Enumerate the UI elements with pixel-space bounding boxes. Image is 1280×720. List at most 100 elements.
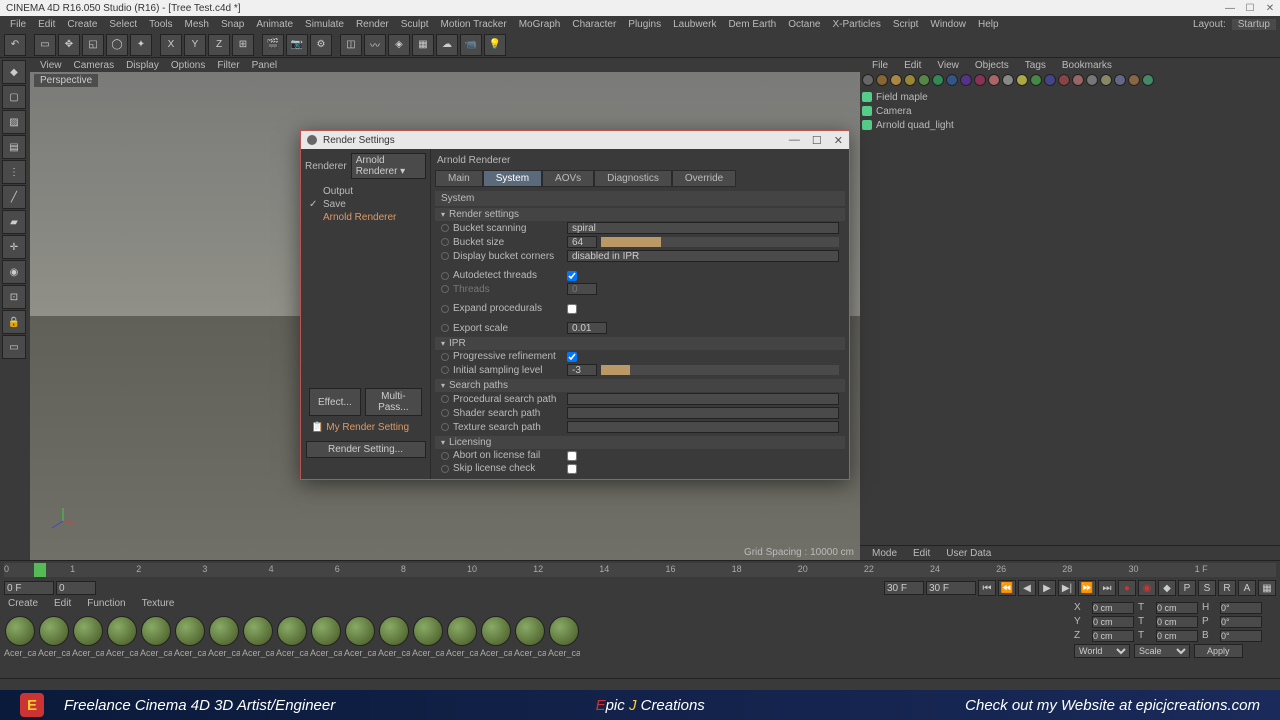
material-item[interactable]: Acer_cai — [480, 616, 512, 658]
coord-z-input[interactable] — [1092, 630, 1134, 642]
next-frame-button[interactable]: ▶| — [1058, 580, 1076, 596]
environment-button[interactable]: ☁ — [436, 34, 458, 56]
toggle-ball-icon[interactable] — [1128, 74, 1140, 86]
coord-scale-select[interactable]: Scale — [1134, 644, 1190, 658]
menu-file[interactable]: File — [4, 19, 32, 30]
viewport-menu-options[interactable]: Options — [165, 60, 211, 71]
licensing-section[interactable]: Licensing — [435, 436, 845, 449]
pos-key-button[interactable]: P — [1178, 580, 1196, 596]
tweak-mode-button[interactable]: ◉ — [2, 260, 26, 284]
search-paths-section[interactable]: Search paths — [435, 379, 845, 392]
toggle-ball-icon[interactable] — [1072, 74, 1084, 86]
render-view-button[interactable]: 🎬 — [262, 34, 284, 56]
display-bucket-corners-select[interactable]: disabled in IPR — [567, 250, 839, 262]
texture-search-path-input[interactable] — [567, 421, 839, 433]
attr-tab-mode[interactable]: Mode — [864, 548, 905, 559]
menu-x-particles[interactable]: X-Particles — [827, 19, 887, 30]
window-close-icon[interactable]: ✕ — [1264, 2, 1276, 14]
scale-key-button[interactable]: S — [1198, 580, 1216, 596]
export-scale-input[interactable]: 0.01 — [567, 322, 607, 334]
attr-tab-edit[interactable]: Edit — [905, 548, 938, 559]
render-settings-button[interactable]: ⚙ — [310, 34, 332, 56]
keyframe-sel-button[interactable]: ◆ — [1158, 580, 1176, 596]
viewport-menu-view[interactable]: View — [34, 60, 68, 71]
points-mode-button[interactable]: ⋮ — [2, 160, 26, 184]
menu-plugins[interactable]: Plugins — [622, 19, 667, 30]
tab-override[interactable]: Override — [672, 170, 736, 187]
sidebar-item-save[interactable]: Save — [305, 198, 426, 211]
rot-h-input[interactable] — [1220, 602, 1262, 614]
object-row[interactable]: Camera — [862, 104, 1278, 118]
toggle-ball-icon[interactable] — [1030, 74, 1042, 86]
toggle-ball-icon[interactable] — [862, 74, 874, 86]
polygons-mode-button[interactable]: ▰ — [2, 210, 26, 234]
start-frame-input[interactable] — [4, 581, 54, 595]
initial-sampling-level-slider[interactable] — [601, 365, 839, 375]
toggle-ball-icon[interactable] — [918, 74, 930, 86]
range-end-input[interactable] — [884, 581, 924, 595]
record-button[interactable]: ● — [1118, 580, 1136, 596]
light-button[interactable]: 💡 — [484, 34, 506, 56]
generator-button[interactable]: ◈ — [388, 34, 410, 56]
dialog-maximize-icon[interactable]: ☐ — [812, 134, 822, 147]
render-settings-section[interactable]: Render settings — [435, 208, 845, 221]
toggle-ball-icon[interactable] — [904, 74, 916, 86]
edges-mode-button[interactable]: ╱ — [2, 185, 26, 209]
dialog-titlebar[interactable]: Render Settings — ☐ ✕ — [301, 131, 849, 149]
window-maximize-icon[interactable]: ☐ — [1244, 2, 1256, 14]
viewport-menu-display[interactable]: Display — [120, 60, 165, 71]
primitive-cube-button[interactable]: ◫ — [340, 34, 362, 56]
toggle-ball-icon[interactable] — [988, 74, 1000, 86]
effect-button[interactable]: Effect... — [309, 388, 361, 416]
param-key-button[interactable]: A — [1238, 580, 1256, 596]
bucket-size-slider[interactable] — [601, 237, 839, 247]
objmgr-tab-bookmarks[interactable]: Bookmarks — [1054, 60, 1120, 71]
attr-tab-user-data[interactable]: User Data — [938, 548, 999, 559]
material-item[interactable]: Acer_cai — [242, 616, 274, 658]
menu-laubwerk[interactable]: Laubwerk — [667, 19, 722, 30]
viewport-menu-panel[interactable]: Panel — [246, 60, 284, 71]
menu-window[interactable]: Window — [924, 19, 972, 30]
material-item[interactable]: Acer_cai — [344, 616, 376, 658]
rotate-button[interactable]: ◯ — [106, 34, 128, 56]
tab-diagnostics[interactable]: Diagnostics — [594, 170, 672, 187]
toggle-ball-icon[interactable] — [960, 74, 972, 86]
skip-license-check-checkbox[interactable] — [567, 464, 577, 474]
menu-mograph[interactable]: MoGraph — [513, 19, 567, 30]
current-frame-input[interactable] — [926, 581, 976, 595]
texture-mode-button[interactable]: ▨ — [2, 110, 26, 134]
tab-aovs[interactable]: AOVs — [542, 170, 594, 187]
objmgr-tab-tags[interactable]: Tags — [1017, 60, 1054, 71]
ipr-section[interactable]: IPR — [435, 337, 845, 350]
expand-procedurals-checkbox[interactable] — [567, 304, 577, 314]
scale-button[interactable]: ◱ — [82, 34, 104, 56]
toggle-ball-icon[interactable] — [1142, 74, 1154, 86]
range-start-input[interactable] — [56, 581, 96, 595]
menu-help[interactable]: Help — [972, 19, 1005, 30]
menu-simulate[interactable]: Simulate — [299, 19, 350, 30]
menu-snap[interactable]: Snap — [215, 19, 250, 30]
toggle-ball-icon[interactable] — [890, 74, 902, 86]
menu-dem-earth[interactable]: Dem Earth — [722, 19, 782, 30]
coord-mode-select[interactable]: World — [1074, 644, 1130, 658]
pla-key-button[interactable]: ▦ — [1258, 580, 1276, 596]
objmgr-tab-view[interactable]: View — [929, 60, 967, 71]
toggle-ball-icon[interactable] — [1044, 74, 1056, 86]
material-item[interactable]: Acer_cai — [276, 616, 308, 658]
goto-start-button[interactable]: ⏮ — [978, 580, 996, 596]
recent-tool-button[interactable]: ✦ — [130, 34, 152, 56]
live-select-button[interactable]: ▭ — [34, 34, 56, 56]
abort-on-license-fail-checkbox[interactable] — [567, 451, 577, 461]
toggle-ball-icon[interactable] — [1002, 74, 1014, 86]
material-item[interactable]: Acer_cai — [548, 616, 580, 658]
shader-search-path-input[interactable] — [567, 407, 839, 419]
model-mode-button[interactable]: ▢ — [2, 85, 26, 109]
move-button[interactable]: ✥ — [58, 34, 80, 56]
dialog-minimize-icon[interactable]: — — [789, 134, 800, 147]
sidebar-item-output[interactable]: Output — [305, 185, 426, 198]
coord-x-input[interactable] — [1092, 602, 1134, 614]
autokey-button[interactable]: ◉ — [1138, 580, 1156, 596]
menu-motion-tracker[interactable]: Motion Tracker — [435, 19, 513, 30]
toggle-ball-icon[interactable] — [876, 74, 888, 86]
procedural-search-path-input[interactable] — [567, 393, 839, 405]
